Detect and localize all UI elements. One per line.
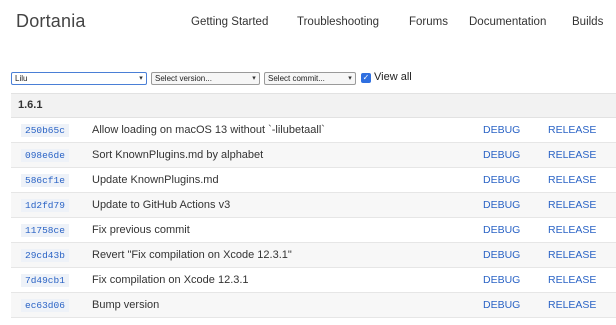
commit-row: 1d2fd79 Update to GitHub Actions v3 DEBUG R… — [11, 193, 616, 218]
version-select-value: Select version... — [155, 74, 212, 83]
release-download-link[interactable]: RELEASE — [548, 193, 596, 217]
debug-download-link[interactable]: DEBUG — [483, 268, 520, 292]
debug-download-link[interactable]: DEBUG — [483, 193, 520, 217]
nav-builds[interactable]: Builds — [572, 16, 603, 28]
commit-list: 250b65c Allow loading on macOS 13 without… — [11, 118, 616, 318]
commit-hash-link[interactable]: 250b65c — [21, 124, 69, 137]
commit-hash-link[interactable]: 29cd43b — [21, 249, 69, 262]
release-download-link[interactable]: RELEASE — [548, 243, 596, 267]
release-download-link[interactable]: RELEASE — [548, 293, 596, 317]
view-all-checkbox[interactable]: ✓ — [361, 73, 371, 83]
release-download-link[interactable]: RELEASE — [548, 143, 596, 167]
commit-message: Fix compilation on Xcode 12.3.1 — [92, 274, 249, 286]
commit-row: 7d49cb1 Fix compilation on Xcode 12.3.1 DE… — [11, 268, 616, 293]
release-download-link[interactable]: RELEASE — [548, 118, 596, 142]
commit-message: Sort KnownPlugins.md by alphabet — [92, 149, 264, 161]
debug-download-link[interactable]: DEBUG — [483, 218, 520, 242]
version-select[interactable]: Select version... ▾ — [151, 72, 260, 85]
debug-download-link[interactable]: DEBUG — [483, 293, 520, 317]
commit-row: 098e6de Sort KnownPlugins.md by alphabet D… — [11, 143, 616, 168]
commit-row: 250b65c Allow loading on macOS 13 without… — [11, 118, 616, 143]
project-select[interactable]: Lilu ▾ — [11, 72, 147, 85]
commit-hash-link[interactable]: ec63d06 — [21, 299, 69, 312]
site-logo[interactable]: Dortania — [16, 11, 86, 32]
release-download-link[interactable]: RELEASE — [548, 168, 596, 192]
commit-hash-link[interactable]: 586cf1e — [21, 174, 69, 187]
commit-row: 11758ce Fix previous commit DEBUG RELEASE — [11, 218, 616, 243]
release-download-link[interactable]: RELEASE — [548, 268, 596, 292]
commit-select[interactable]: Select commit... ▾ — [264, 72, 356, 85]
commit-row: 29cd43b Revert "Fix compilation on Xcode … — [11, 243, 616, 268]
chevron-down-icon: ▾ — [139, 75, 143, 82]
commit-message: Update KnownPlugins.md — [92, 174, 219, 186]
version-header: 1.6.1 — [11, 93, 616, 118]
commit-hash-link[interactable]: 098e6de — [21, 149, 69, 162]
commit-message: Update to GitHub Actions v3 — [92, 199, 231, 211]
commit-hash-link[interactable]: 11758ce — [21, 224, 69, 237]
release-download-link[interactable]: RELEASE — [548, 218, 596, 242]
debug-download-link[interactable]: DEBUG — [483, 143, 520, 167]
commit-hash-link[interactable]: 7d49cb1 — [21, 274, 69, 287]
debug-download-link[interactable]: DEBUG — [483, 243, 520, 267]
chevron-down-icon: ▾ — [252, 75, 256, 82]
view-all-label[interactable]: View all — [374, 71, 412, 83]
commit-message: Bump version — [92, 299, 160, 311]
commit-select-value: Select commit... — [268, 74, 325, 83]
nav-documentation[interactable]: Documentation — [469, 16, 546, 28]
debug-download-link[interactable]: DEBUG — [483, 118, 520, 142]
project-select-value: Lilu — [15, 74, 28, 83]
commit-table: 1.6.1 250b65c Allow loading on macOS 13 w… — [11, 93, 616, 318]
nav-forums[interactable]: Forums — [409, 16, 448, 28]
commit-message: Allow loading on macOS 13 without `-lilu… — [92, 124, 325, 136]
nav-getting-started[interactable]: Getting Started — [191, 16, 268, 28]
commit-message: Revert "Fix compilation on Xcode 12.3.1" — [92, 249, 292, 261]
commit-message: Fix previous commit — [92, 224, 190, 236]
debug-download-link[interactable]: DEBUG — [483, 168, 520, 192]
commit-row: ec63d06 Bump version DEBUG RELEASE — [11, 293, 616, 318]
nav-troubleshooting[interactable]: Troubleshooting — [297, 16, 379, 28]
chevron-down-icon: ▾ — [348, 75, 352, 82]
commit-row: 586cf1e Update KnownPlugins.md DEBUG RELEAS… — [11, 168, 616, 193]
commit-hash-link[interactable]: 1d2fd79 — [21, 199, 69, 212]
site-header: Dortania Getting Started Troubleshooting… — [0, 0, 616, 46]
